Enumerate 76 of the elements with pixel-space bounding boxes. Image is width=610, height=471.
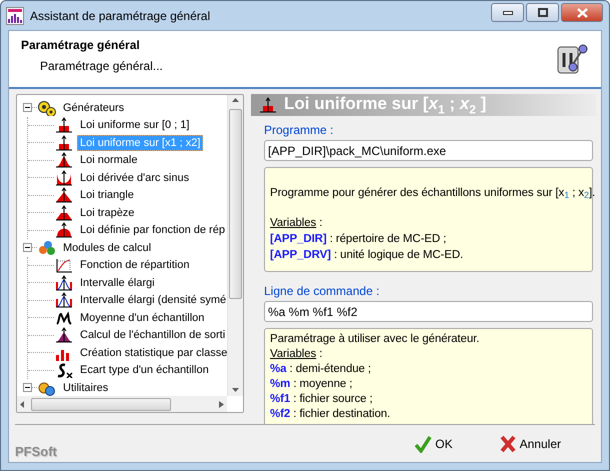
- distribution-icon: [54, 327, 74, 344]
- distribution-icon: [54, 274, 74, 291]
- cancel-button[interactable]: Annuler: [492, 431, 581, 457]
- check-icon: [414, 435, 432, 453]
- close-icon: [576, 8, 588, 18]
- minus-icon: [25, 245, 30, 250]
- field-label: Ligne de commande :: [264, 284, 380, 298]
- collapse-toggle[interactable]: [23, 243, 32, 252]
- distribution-icon: [54, 170, 74, 186]
- note-text: Programme pour générer des échantillons uniformes sur [x$_{1}$ ; x$_{2}$].: [270, 186, 596, 202]
- vertical-scrollbar[interactable]: [227, 95, 243, 396]
- distribution-icon: [54, 117, 74, 134]
- command-field[interactable]: %a %m %f1 %f2: [264, 301, 593, 322]
- scroll-down-icon: [232, 388, 239, 393]
- maximize-button[interactable]: [526, 3, 559, 22]
- tree-item[interactable]: Utilitaires: [60, 380, 112, 396]
- variable-description: %m : moyenne ;: [270, 377, 352, 392]
- gears-icon: [37, 380, 57, 396]
- distribution-icon: [54, 134, 74, 151]
- symbol-icon: [54, 310, 74, 326]
- variables-heading: Variables :: [270, 216, 322, 232]
- tree-item[interactable]: Création statistique par classe: [77, 344, 227, 361]
- tree-item[interactable]: Intervalle élargi: [77, 274, 158, 291]
- scroll-left-icon: [20, 400, 25, 408]
- section-title: Loi uniforme sur [x$_{1}$ ; x$_{2}$ ]: [284, 94, 486, 116]
- variable-description: %f1 : fichier source ;: [270, 392, 373, 408]
- page-title: Paramétrage général: [21, 38, 141, 52]
- tree-item[interactable]: Loi définie par fonction de rép: [77, 222, 227, 238]
- tree-item[interactable]: Fonction de répartition: [77, 257, 192, 274]
- note-text: Paramétrage à utiliser avec le générateur.: [270, 332, 480, 348]
- minimize-icon: [502, 10, 512, 14]
- scroll-up-icon: [232, 98, 239, 103]
- window-title: Assistant de paramétrage général: [30, 8, 212, 22]
- tree-item[interactable]: Loi dérivée d'arc sinus: [77, 170, 192, 186]
- tree-item[interactable]: Calcul de l'échantillon de sorti: [77, 327, 227, 344]
- distribution-icon: [54, 204, 74, 221]
- tree-item[interactable]: Loi uniforme sur [0 ; 1]: [77, 117, 192, 134]
- tree-item[interactable]: Intervalle élargi (densité symé: [77, 292, 227, 308]
- minus-icon: [25, 385, 30, 390]
- collapse-toggle[interactable]: [23, 383, 32, 392]
- brand-logo: PFSoft: [15, 444, 57, 459]
- tree-item[interactable]: Loi trapèze: [77, 204, 138, 221]
- variable-description: [APP_DIR] : répertoire de MC-ED ;: [270, 232, 446, 248]
- tree-item[interactable]: Moyenne d'un échantillon: [77, 310, 208, 326]
- app-icon: [6, 6, 24, 24]
- variable-description: %f2 : fichier destination.: [270, 407, 390, 422]
- variable-description: [APP_DRV] : unité logique de MC-ED.: [270, 248, 464, 264]
- scroll-right-icon: [219, 400, 224, 408]
- page-subtitle: Paramétrage général...: [40, 59, 164, 73]
- close-button[interactable]: [561, 3, 603, 22]
- collapse-toggle[interactable]: [23, 103, 32, 112]
- cross-icon: [498, 435, 517, 453]
- curve-icon: [54, 257, 74, 274]
- distribution-icon: [54, 152, 74, 168]
- ok-button[interactable]: OK: [408, 431, 473, 457]
- scroll-thumb[interactable]: [31, 398, 171, 410]
- tree-item[interactable]: Ecart type d'un échantillon: [77, 362, 212, 378]
- spheres-icon: [37, 240, 57, 256]
- gears-icon: [37, 100, 57, 116]
- field-label: Programme :: [264, 123, 334, 138]
- minimize-button[interactable]: [491, 3, 524, 22]
- variable-description: %a : demi-étendue ;: [270, 362, 372, 378]
- tree-item[interactable]: Loi triangle: [77, 187, 137, 204]
- minus-icon: [25, 105, 30, 110]
- tree-item[interactable]: Loi normale: [77, 152, 140, 168]
- distribution-icon: [54, 187, 74, 204]
- distribution-icon: [54, 292, 74, 308]
- distribution-icon: [258, 97, 278, 114]
- maximize-icon: [538, 8, 548, 17]
- tree-item[interactable]: Modules de calcul: [60, 240, 154, 256]
- distribution-icon: [54, 222, 74, 238]
- program-field[interactable]: [APP_DIR]\pack_MC\uniform.exe: [264, 140, 593, 162]
- horizontal-scrollbar[interactable]: [17, 396, 227, 412]
- variables-heading: Variables :: [270, 347, 322, 362]
- scroll-thumb[interactable]: [229, 109, 242, 299]
- tree-item[interactable]: Générateurs: [60, 100, 128, 116]
